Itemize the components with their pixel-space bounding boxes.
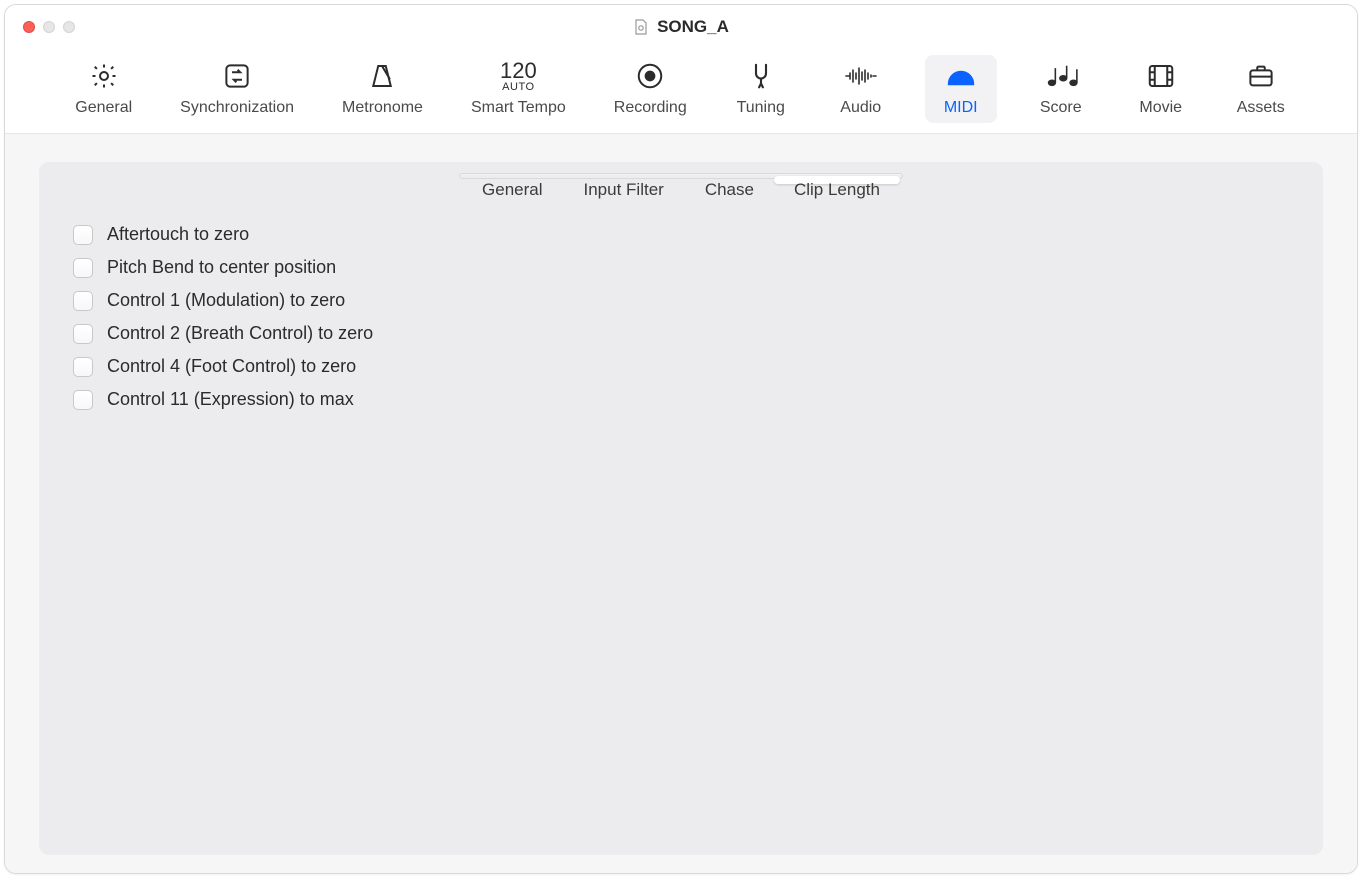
checkbox-label: Control 2 (Breath Control) to zero xyxy=(107,323,373,344)
option-aftertouch: Aftertouch to zero xyxy=(73,218,1289,251)
toolbar-label: Metronome xyxy=(342,99,423,117)
toolbar-tab-score[interactable]: Score xyxy=(1025,55,1097,123)
toolbar-tab-movie[interactable]: Movie xyxy=(1125,55,1197,123)
checkbox-label: Control 1 (Modulation) to zero xyxy=(107,290,345,311)
checkbox-label: Pitch Bend to center position xyxy=(107,257,336,278)
option-pitch-bend: Pitch Bend to center position xyxy=(73,251,1289,284)
sync-icon xyxy=(222,59,252,93)
toolbar-tab-metronome[interactable]: Metronome xyxy=(332,55,433,123)
toolbar-tab-assets[interactable]: Assets xyxy=(1225,55,1297,123)
main-toolbar: General Synchronization Metronome xyxy=(5,49,1357,134)
toolbar-label: MIDI xyxy=(944,99,978,117)
tempo-mode: AUTO xyxy=(502,82,534,93)
checkbox-aftertouch[interactable] xyxy=(73,225,93,245)
preferences-window: SONG_A General Synchronization xyxy=(4,4,1358,874)
midi-port-icon xyxy=(945,59,977,93)
toolbar-tab-synchronization[interactable]: Synchronization xyxy=(170,55,304,123)
subtab-label: Chase xyxy=(705,180,754,199)
toolbar-tab-recording[interactable]: Recording xyxy=(604,55,697,123)
midi-subtab-bar: General Input Filter Chase Clip Length xyxy=(459,173,903,179)
toolbar-tab-midi[interactable]: MIDI xyxy=(925,55,997,123)
window-title: SONG_A xyxy=(657,17,729,37)
tempo-number: 120 xyxy=(500,60,537,82)
option-cc2-breath: Control 2 (Breath Control) to zero xyxy=(73,317,1289,350)
toolbar-label: Assets xyxy=(1237,99,1285,117)
toolbar-tab-audio[interactable]: Audio xyxy=(825,55,897,123)
clip-length-panel: General Input Filter Chase Clip Length xyxy=(39,162,1323,855)
subtab-chase[interactable]: Chase xyxy=(685,176,774,184)
checkbox-label: Control 11 (Expression) to max xyxy=(107,389,354,410)
checkbox-label: Control 4 (Foot Control) to zero xyxy=(107,356,356,377)
tuning-fork-icon xyxy=(746,59,776,93)
checkbox-cc11-expression[interactable] xyxy=(73,390,93,410)
document-icon xyxy=(633,19,649,35)
briefcase-icon xyxy=(1246,59,1276,93)
toolbar-label: Smart Tempo xyxy=(471,99,566,117)
option-cc11-expression: Control 11 (Expression) to max xyxy=(73,383,1289,416)
option-cc1-modulation: Control 1 (Modulation) to zero xyxy=(73,284,1289,317)
toolbar-label: General xyxy=(75,99,132,117)
window-title-group: SONG_A xyxy=(5,17,1357,37)
content-area: General Input Filter Chase Clip Length xyxy=(5,134,1357,873)
gear-icon xyxy=(89,59,119,93)
toolbar-tab-general[interactable]: General xyxy=(65,55,142,123)
traffic-lights xyxy=(5,21,75,33)
checkbox-cc2-breath[interactable] xyxy=(73,324,93,344)
record-icon xyxy=(635,59,665,93)
checkbox-pitch-bend[interactable] xyxy=(73,258,93,278)
subtab-label: General xyxy=(482,180,542,199)
smart-tempo-icon: 120 AUTO xyxy=(500,59,537,93)
toolbar-label: Score xyxy=(1040,99,1082,117)
toolbar-label: Tuning xyxy=(737,99,785,117)
checkbox-label: Aftertouch to zero xyxy=(107,224,249,245)
audio-waveform-icon xyxy=(844,59,878,93)
checkbox-cc4-foot[interactable] xyxy=(73,357,93,377)
titlebar: SONG_A xyxy=(5,5,1357,49)
toolbar-tab-tuning[interactable]: Tuning xyxy=(725,55,797,123)
metronome-icon xyxy=(367,59,397,93)
subtab-clip-length[interactable]: Clip Length xyxy=(774,176,900,184)
toolbar-label: Audio xyxy=(840,99,881,117)
toolbar-label: Movie xyxy=(1139,99,1182,117)
film-icon xyxy=(1146,59,1176,93)
close-button[interactable] xyxy=(23,21,35,33)
checkbox-cc1-modulation[interactable] xyxy=(73,291,93,311)
toolbar-tab-smart-tempo[interactable]: 120 AUTO Smart Tempo xyxy=(461,55,576,123)
score-notes-icon xyxy=(1044,59,1078,93)
minimize-button[interactable] xyxy=(43,21,55,33)
toolbar-label: Recording xyxy=(614,99,687,117)
subtab-general[interactable]: General xyxy=(462,176,562,184)
option-cc4-foot: Control 4 (Foot Control) to zero xyxy=(73,350,1289,383)
subtab-input-filter[interactable]: Input Filter xyxy=(564,176,684,184)
subtab-label: Input Filter xyxy=(584,180,664,199)
zoom-button[interactable] xyxy=(63,21,75,33)
toolbar-label: Synchronization xyxy=(180,99,294,117)
subtab-label: Clip Length xyxy=(794,180,880,199)
